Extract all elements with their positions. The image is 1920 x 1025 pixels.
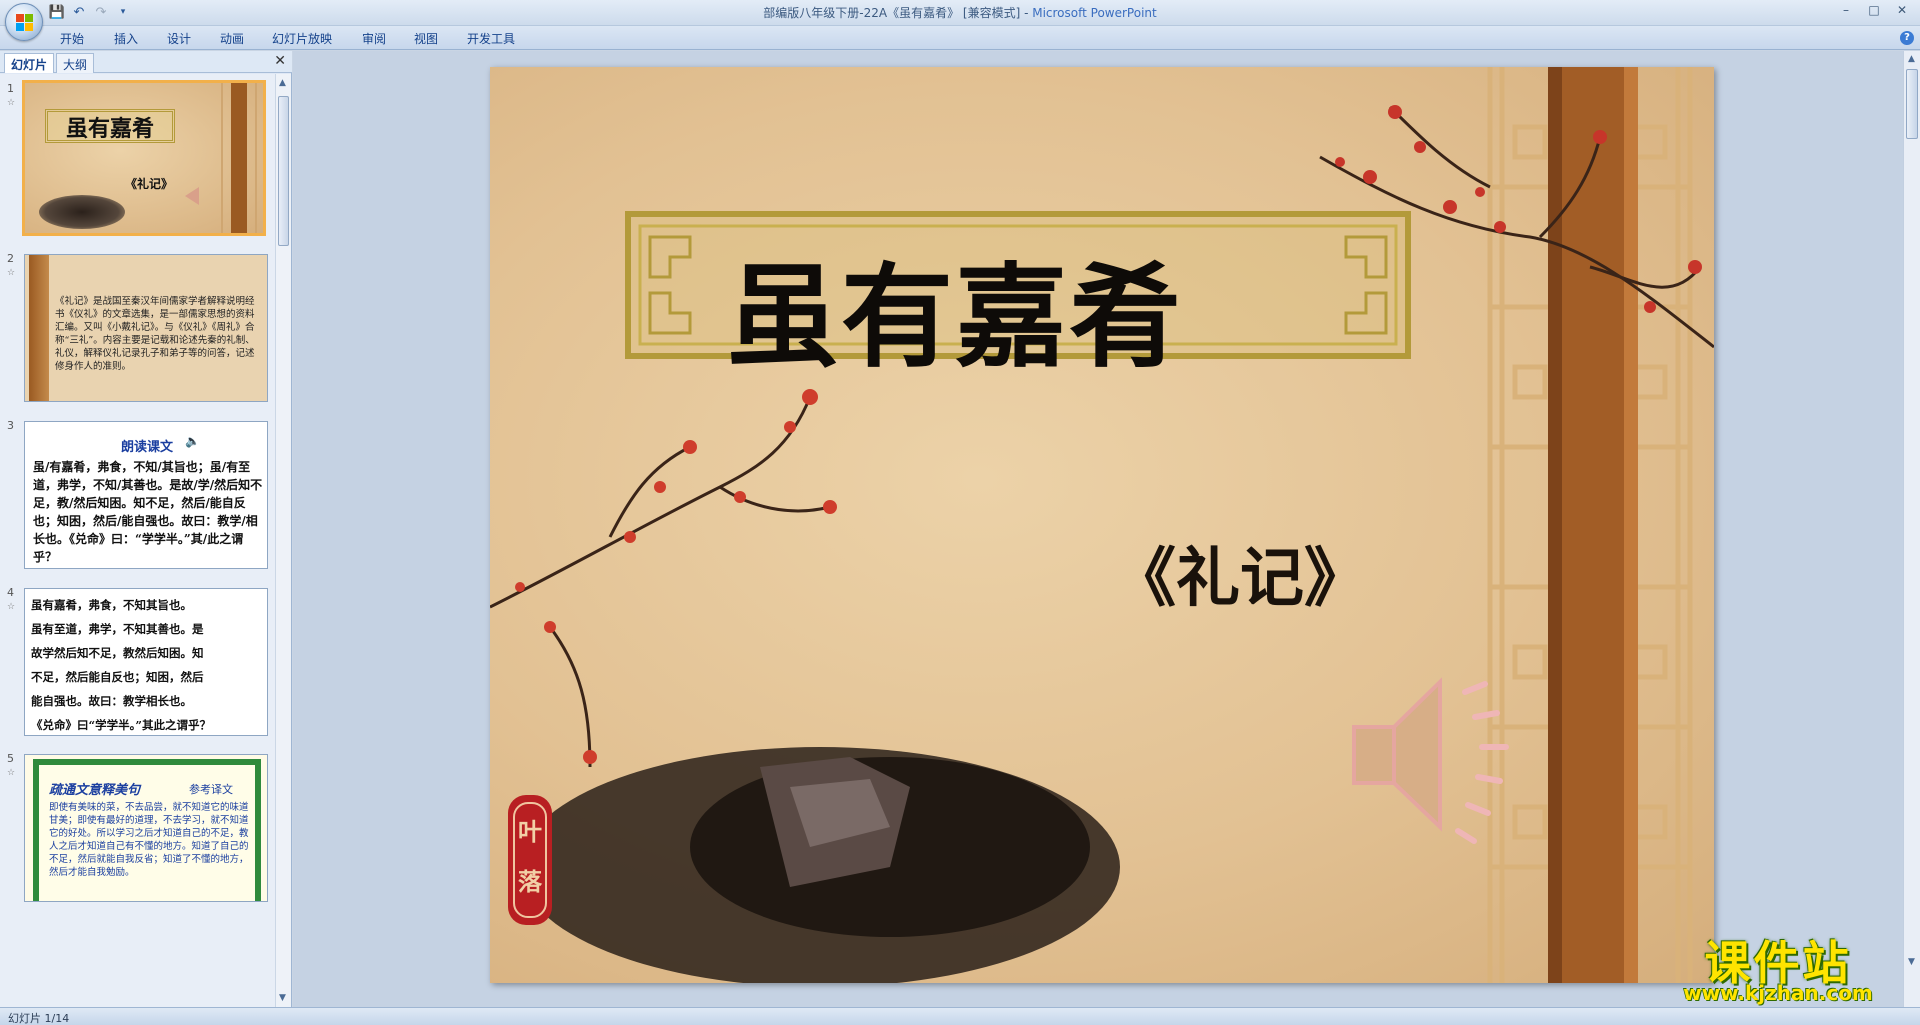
close-icon[interactable]: ✕ [274,53,286,69]
tab-insert[interactable]: 插入 [114,30,138,47]
plum-branch-bottom [490,396,831,768]
text-line: 不足，然后能自反也；知困，然后 [31,670,204,684]
slide-subtitle[interactable]: 《礼记》 [1090,527,1390,619]
watermark-url: www.kjzhan.com [1683,981,1873,1005]
slide-number: 2 [7,252,14,265]
undo-icon[interactable]: ↶ [70,4,88,21]
slide-subtitle: 《礼记》 [125,177,174,191]
slide-preview: 虽有嘉肴，弗食，不知其旨也。 虽有至道，弗学，不知其善也。是 故学然后知不足，教… [24,588,268,736]
lattice [221,83,257,233]
plum-blossoms-bottom [515,389,837,764]
minimize-button[interactable]: – [1832,0,1860,20]
scroll-thumb[interactable] [1906,69,1918,139]
tab-slides[interactable]: 幻灯片 [4,53,55,73]
text-line: 虽有嘉肴，弗食，不知其旨也。 [31,598,192,612]
help-icon[interactable]: ? [1900,31,1914,45]
tab-review[interactable]: 审阅 [362,30,386,47]
editor-scrollbar[interactable]: ▲ ▼ [1903,51,1920,1007]
slide-preview: 《礼记》是战国至秦汉年间儒家学者解释说明经书《仪礼》的文章选集，是一部儒家思想的… [24,254,268,402]
window-title: 部编版八年级下册-22A《虽有嘉肴》 [兼容模式] - Microsoft Po… [763,6,1157,20]
window-controls: – □ ✕ [1832,0,1916,20]
speaker-icon: 🔈 [185,434,200,448]
ink-rock [520,747,1120,983]
status-bar: 幻灯片 1/14 [0,1007,1920,1025]
tab-view[interactable]: 视图 [414,30,438,47]
thumbnail-scrollbar[interactable]: ▲ ▼ [275,74,291,1007]
tab-outline[interactable]: 大纲 [56,53,95,73]
slide-title[interactable]: 虽有嘉肴 [490,227,1420,389]
slide-counter: 幻灯片 1/14 [8,1012,70,1025]
scroll-up-icon[interactable]: ▲ [279,78,286,88]
powerpoint-window: 部编版八年级下册-22A《虽有嘉肴》 [兼容模式] - Microsoft Po… [0,0,1920,1025]
customize-icon[interactable]: ▾ [114,4,132,21]
scroll-down-icon[interactable]: ▼ [1908,957,1915,967]
slide-body: 即使有美味的菜，不去品尝，就不知道它的味道甘美；即使有最好的道理，不去学习，就不… [49,802,249,878]
tab-home[interactable]: 开始 [60,30,84,47]
slide-number: 1 [7,82,14,95]
slide-body: 《礼记》是战国至秦汉年间儒家学者解释说明经书《仪礼》的文章选集，是一部儒家思想的… [55,296,255,372]
redo-icon[interactable]: ↷ [92,4,110,21]
slide-title: 虽有嘉肴 [65,116,154,142]
tab-developer[interactable]: 开发工具 [467,30,515,47]
scroll-up-icon[interactable]: ▲ [1908,54,1915,64]
slide-number: 4 [7,586,14,599]
animation-icon: ☆ [7,768,16,778]
office-button[interactable] [5,3,43,41]
slide-preview: 虽有嘉肴 《礼记》 [22,80,266,236]
animation-icon: ☆ [7,268,16,278]
title-bar: 部编版八年级下册-22A《虽有嘉肴》 [兼容模式] - Microsoft Po… [0,0,1920,26]
animation-icon: ☆ [7,602,16,612]
scroll-thumb[interactable] [278,96,289,246]
pane-tabs: 幻灯片 大纲 ✕ [0,51,292,73]
office-logo-icon [16,14,33,31]
ink-rock [39,195,125,229]
slide-preview: 疏通文意释美句 参考译文 即使有美味的菜，不去品尝，就不知道它的味道甘美；即使有… [24,754,268,902]
speaker-icon [1352,677,1509,844]
text-line: 故学然后知不足，教然后知困。知 [31,646,204,660]
quick-access-toolbar: 💾 ↶ ↷ ▾ [48,4,132,22]
slides-pane: 幻灯片 大纲 ✕ 1 ☆ 虽有嘉肴 《礼记》 2 ☆ 《礼记》是战国至秦汉年间儒… [0,51,292,1007]
pillar [29,255,49,401]
tab-animation[interactable]: 动画 [220,30,244,47]
slide-heading: 朗读课文 [120,440,173,455]
slide-number: 5 [7,752,14,765]
slide-thumbnails: 1 ☆ 虽有嘉肴 《礼记》 2 ☆ 《礼记》是战国至秦汉年间儒家学者解释说明经书… [0,74,276,1007]
text-line: 《兑命》曰“学学半。”其此之谓乎？ [31,718,211,732]
ribbon-tabs: 开始 插入 设计 动画 幻灯片放映 审阅 视图 开发工具 ? [0,26,1920,50]
animation-icon: ☆ [7,98,16,108]
save-icon[interactable]: 💾 [48,4,66,21]
tab-slideshow[interactable]: 幻灯片放映 [272,30,332,47]
close-button[interactable]: ✕ [1888,0,1916,20]
slide-side-label: 参考译文 [189,783,233,796]
slide-heading: 疏通文意释美句 [49,783,141,798]
slide-canvas[interactable]: 虽有嘉肴 《礼记》 叶落 [490,67,1714,983]
text-line: 能自强也。故曰：教学相长也。 [31,694,192,708]
slide-decoration [490,67,1714,983]
text-line: 虽有至道，弗学，不知其善也。是 [31,622,204,636]
slide-body: 虽/有嘉肴，弗食，不知/其旨也；虽/有至道，弗学，不知/其善也。是故/学/然后知… [33,460,263,564]
scroll-down-icon[interactable]: ▼ [279,993,286,1003]
speaker-icon [185,187,199,205]
slide-preview: 朗读课文 🔈 虽/有嘉肴，弗食，不知/其旨也；虽/有至道，弗学，不知/其善也。是… [24,421,268,569]
watermark-logo: 课件站 www.kjzhan.com [1658,927,1898,1005]
slide-number: 3 [7,419,14,432]
seal-text: 叶落 [518,817,542,896]
maximize-button[interactable]: □ [1860,0,1888,20]
slide-body: 虽有嘉肴，弗食，不知其旨也。 虽有至道，弗学，不知其善也。是 故学然后知不足，教… [31,593,263,735]
tab-design[interactable]: 设计 [167,30,191,47]
